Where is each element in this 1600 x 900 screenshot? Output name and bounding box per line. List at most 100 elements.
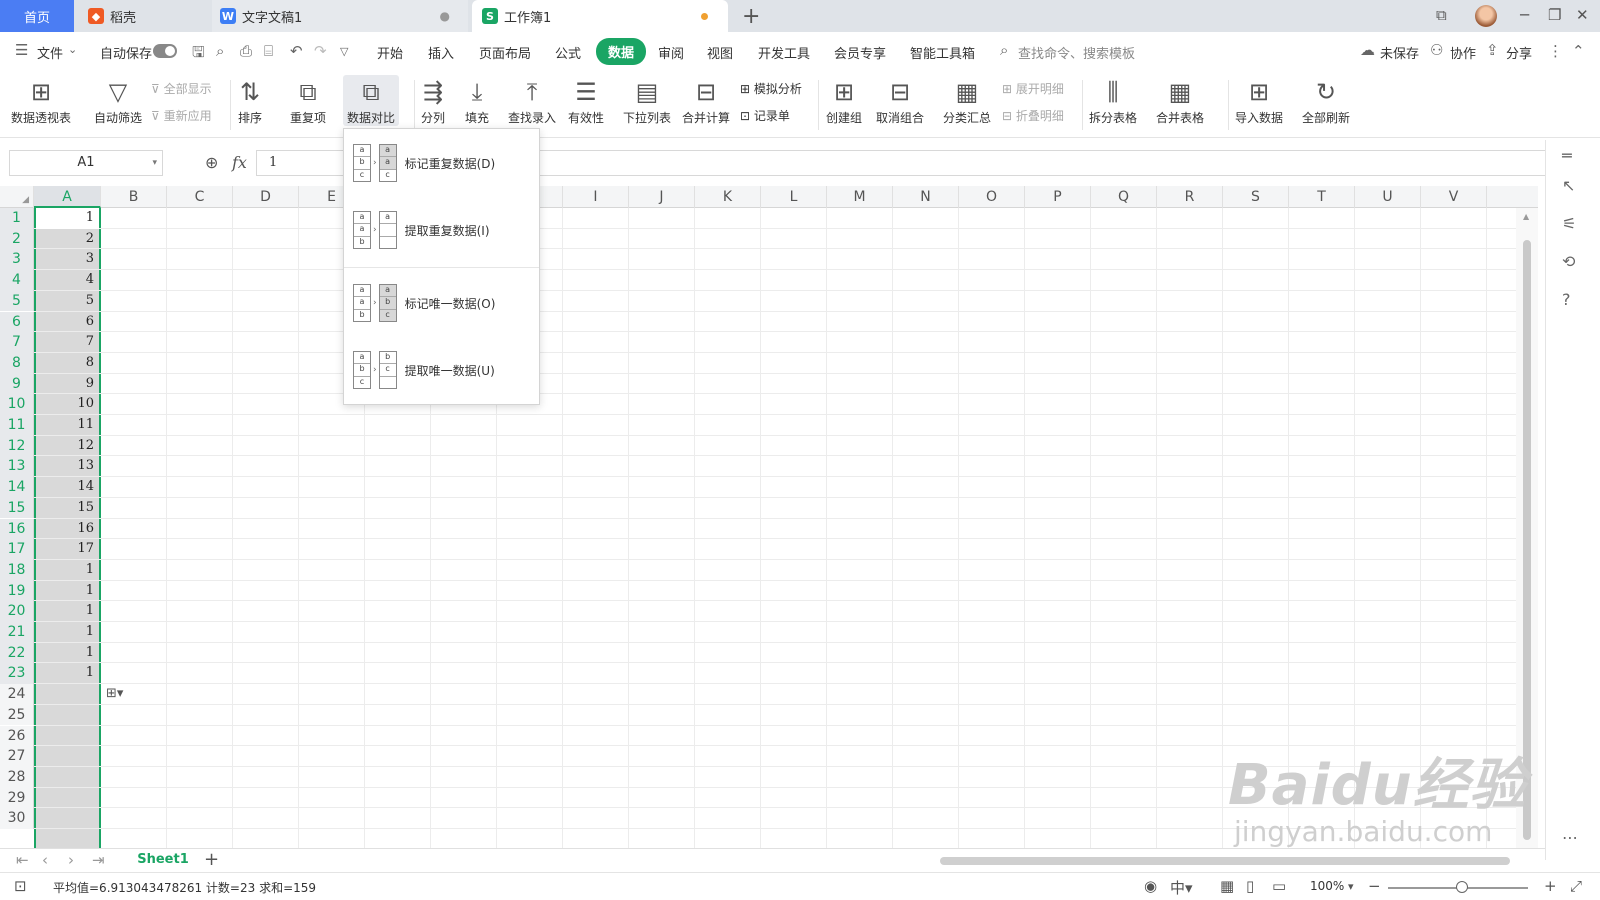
row-header-9[interactable]: 9 (0, 373, 34, 395)
cell-a17[interactable]: 17 (36, 541, 98, 556)
consolidate-button[interactable]: ⊟ 合并计算 (682, 75, 730, 126)
zoom-formula-icon[interactable]: ⊕ (205, 153, 218, 172)
new-tab-plus-icon[interactable]: + (742, 4, 760, 29)
split-table-button[interactable]: ⫼ 拆分表格 (1089, 75, 1137, 126)
subtotal-button[interactable]: ▦ 分类汇总 (943, 75, 991, 126)
column-header-o[interactable]: O (959, 186, 1025, 208)
row-header-21[interactable]: 21 (0, 622, 34, 643)
column-header-i[interactable]: I (563, 186, 629, 208)
property-settings-icon[interactable]: ⚟ (1562, 214, 1576, 233)
extract-duplicate-item[interactable]: aab › a 提取重复数据(I) (344, 200, 539, 260)
first-sheet-icon[interactable]: ⇤ (16, 851, 29, 869)
more-horizontal-icon[interactable]: ⋯ (1562, 828, 1578, 847)
menu-developer[interactable]: 开发工具 (758, 43, 810, 62)
row-header-15[interactable]: 15 (0, 497, 34, 519)
horizontal-scrollbar[interactable] (940, 856, 1510, 866)
paste-options-icon[interactable]: ⊞▾ (106, 686, 123, 701)
row-header-29[interactable]: 29 (0, 787, 34, 809)
save-icon[interactable]: 🖫 (192, 42, 205, 67)
expand-detail-button[interactable]: ⊞ 展开明细 (1002, 80, 1064, 97)
page-break-view-icon[interactable]: ▭ (1272, 877, 1286, 895)
quick-access-more-icon[interactable]: ▽ (340, 45, 348, 58)
row-header-12[interactable]: 12 (0, 435, 34, 457)
cell-a20[interactable]: 1 (36, 603, 98, 618)
last-sheet-icon[interactable]: ⇥ (92, 851, 105, 869)
cell-a21[interactable]: 1 (36, 624, 98, 639)
add-sheet-icon[interactable]: + (204, 849, 219, 870)
panel-handle-icon[interactable]: ═ (1562, 146, 1572, 165)
menu-formula[interactable]: 公式 (555, 43, 581, 62)
cell-a14[interactable]: 14 (36, 479, 98, 494)
column-header-s[interactable]: S (1223, 186, 1289, 208)
cell-a19[interactable]: 1 (36, 583, 98, 598)
row-header-19[interactable]: 19 (0, 580, 34, 602)
row-header-5[interactable]: 5 (0, 290, 34, 312)
more-vertical-icon[interactable]: ⋮ (1548, 42, 1563, 60)
cell-a22[interactable]: 1 (36, 645, 98, 660)
print-preview-icon[interactable]: ⌸ (264, 42, 273, 60)
zoom-dropdown-icon[interactable]: ▾ (1348, 880, 1354, 893)
refresh-all-button[interactable]: ↻ 全部刷新 (1302, 75, 1350, 126)
backup-icon[interactable]: ⟲ (1562, 252, 1575, 271)
dropdown-list-button[interactable]: ▤ 下拉列表 (623, 75, 671, 126)
menu-page-layout[interactable]: 页面布局 (479, 43, 531, 62)
page-layout-view-icon[interactable]: ▯ (1246, 877, 1254, 895)
row-header-14[interactable]: 14 (0, 477, 34, 498)
collaborate-button[interactable]: 协作 (1450, 43, 1476, 62)
next-sheet-icon[interactable]: › (68, 851, 74, 869)
tab-home[interactable]: 首页 (0, 0, 74, 32)
row-header-10[interactable]: 10 (0, 394, 34, 415)
show-all-button[interactable]: ⊽ 全部显示 (151, 80, 212, 97)
column-header-b[interactable]: B (101, 186, 167, 208)
chevron-down-icon[interactable]: ⌄ (68, 43, 77, 56)
share-button[interactable]: 分享 (1506, 43, 1532, 62)
cell-a13[interactable]: 13 (36, 458, 98, 473)
autosave-toggle[interactable] (153, 44, 177, 58)
column-header-r[interactable]: R (1157, 186, 1223, 208)
row-header-20[interactable]: 20 (0, 601, 34, 622)
cell-a10[interactable]: 10 (36, 396, 98, 411)
cell-a8[interactable]: 8 (36, 355, 98, 370)
cell-a15[interactable]: 15 (36, 500, 98, 515)
undo-icon[interactable]: ↶ (290, 42, 303, 60)
zoom-out-icon[interactable]: − (1368, 877, 1381, 895)
close-icon[interactable]: ✕ (1576, 6, 1589, 24)
cell-a6[interactable]: 6 (36, 314, 98, 329)
row-header-23[interactable]: 23 (0, 663, 34, 685)
validity-button[interactable]: ☰ 有效性 (568, 75, 604, 126)
data-compare-button[interactable]: ⧉ 数据对比 (343, 75, 400, 126)
column-header-a[interactable]: A (34, 186, 101, 208)
row-header-8[interactable]: 8 (0, 352, 34, 374)
column-header-q[interactable]: Q (1091, 186, 1157, 208)
column-header-u[interactable]: U (1355, 186, 1421, 208)
split-column-button[interactable]: ⇶ 分列 (421, 75, 445, 126)
window-count-icon[interactable]: ⧉ (1436, 6, 1447, 24)
tab-daoke[interactable]: ◆ 稻壳 (80, 0, 208, 32)
menu-insert[interactable]: 插入 (428, 43, 454, 62)
fx-icon[interactable]: fx (232, 153, 247, 172)
column-header-m[interactable]: M (827, 186, 893, 208)
cell-a16[interactable]: 16 (36, 521, 98, 536)
fullscreen-icon[interactable]: ⤢ (1570, 877, 1582, 895)
horizontal-scroll-thumb[interactable] (940, 857, 1510, 865)
cell-a12[interactable]: 12 (36, 438, 98, 453)
autofilter-button[interactable]: ▽ 自动筛选 (94, 75, 142, 126)
column-header-c[interactable]: C (167, 186, 233, 208)
reapply-button[interactable]: ⊽ 重新应用 (151, 107, 212, 124)
zoom-slider-knob[interactable] (1456, 881, 1468, 893)
fill-button[interactable]: ⤓ 填充 (465, 75, 489, 126)
prev-sheet-icon[interactable]: ‹ (42, 851, 48, 869)
eye-protection-icon[interactable]: ◉ (1144, 877, 1157, 895)
column-header-p[interactable]: P (1025, 186, 1091, 208)
duplicates-button[interactable]: ⧉ 重复项 (290, 75, 326, 126)
unsaved-button[interactable]: 未保存 (1380, 43, 1419, 62)
column-header-k[interactable]: K (695, 186, 761, 208)
import-data-button[interactable]: ⊞ 导入数据 (1235, 75, 1283, 126)
input-method-icon[interactable]: 中▾ (1170, 877, 1193, 898)
help-icon[interactable]: ? (1562, 290, 1571, 309)
zoom-in-icon[interactable]: + (1544, 877, 1557, 895)
row-header-2[interactable]: 2 (0, 228, 34, 250)
sort-button[interactable]: ⇅ 排序 (238, 75, 262, 126)
mark-unique-item[interactable]: aab › abc 标记唯一数据(O) (344, 273, 539, 333)
menu-view[interactable]: 视图 (707, 43, 733, 62)
